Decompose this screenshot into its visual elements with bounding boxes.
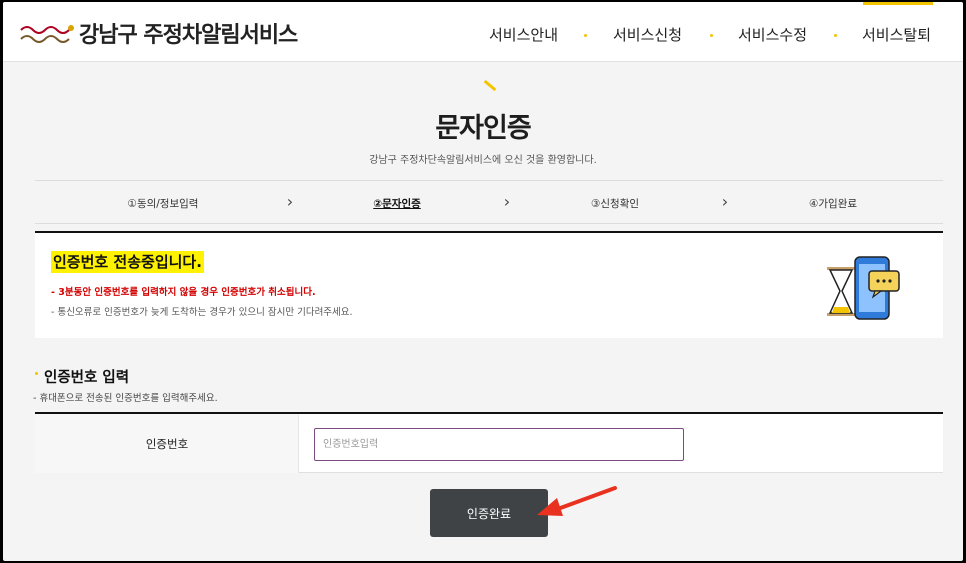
nav-item-service-info[interactable]: 서비스안내 (489, 24, 558, 45)
form-label-code: 인증번호 (145, 437, 189, 451)
form-label-cell: 인증번호 (35, 414, 299, 473)
step-confirm: ③신청확인 (590, 198, 640, 210)
section-title: 인증번호 입력 (35, 366, 129, 387)
nav-separator-dot (584, 34, 587, 37)
step-sms-verification: ②문자인증 (373, 198, 421, 210)
step-arrow-icon: › (286, 192, 294, 211)
nav-item-service-apply[interactable]: 서비스신청 (613, 24, 682, 45)
gangnam-logo-icon[interactable] (19, 22, 75, 46)
section-title-text: 인증번호 입력 (44, 370, 130, 386)
verification-code-input[interactable] (314, 428, 684, 461)
step-arrow-icon: › (503, 192, 511, 211)
nav-item-service-edit[interactable]: 서비스수정 (738, 24, 807, 45)
nav-item-service-withdraw[interactable]: 서비스탈퇴 (862, 24, 931, 45)
site-header: 강남구 주정차알림서비스 서비스안내 서비스신청 서비스수정 서비스탈퇴 (3, 2, 963, 62)
step-agreement: ①동의/정보입력 (127, 198, 199, 210)
section-description: - 휴대폰으로 전송된 인증번호를 입력해주세요. (33, 393, 218, 404)
step-arrow-icon: › (721, 192, 729, 211)
sending-notice-box: 인증번호 전송중입니다. - 3분동안 인증번호를 입력하지 않을 경우 인증번… (35, 231, 943, 338)
verification-form: 인증번호 (35, 412, 943, 473)
header-accent-bar (863, 2, 933, 5)
page-subtitle: 강남구 주정차단속알림서비스에 오신 것을 환영합니다. (369, 155, 597, 166)
nav-separator-dot (710, 34, 713, 37)
notice-delay-info: - 통신오류로 인증번호가 늦게 도착하는 경우가 있으니 잠시만 기다려주세요… (51, 307, 353, 318)
nav-separator-dot (834, 34, 837, 37)
title-accent-mark (483, 79, 497, 92)
step-complete: ④가입완료 (808, 198, 858, 210)
progress-steps: ①동의/정보입력 › ②문자인증 › ③신청확인 › ④가입완료 (35, 180, 943, 224)
phone-hourglass-icon (827, 256, 900, 320)
notice-timeout-warning: - 3분동안 인증번호를 입력하지 않을 경우 인증번호가 취소됩니다. (51, 287, 316, 298)
browser-viewport: 강남구 주정차알림서비스 서비스안내 서비스신청 서비스수정 서비스탈퇴 문자인… (3, 2, 963, 561)
annotation-arrow-icon (537, 486, 617, 516)
site-brand-title[interactable]: 강남구 주정차알림서비스 (79, 17, 298, 49)
page-title: 문자인증 (435, 113, 531, 144)
notice-title: 인증번호 전송중입니다. (51, 251, 204, 273)
